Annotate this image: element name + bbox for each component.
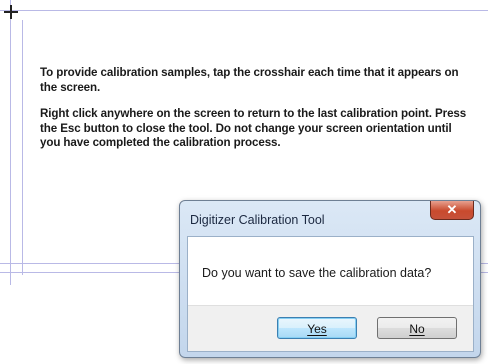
yes-button[interactable]: Yes: [277, 317, 357, 339]
no-button[interactable]: No: [377, 317, 457, 339]
instructions-paragraph-1: To provide calibration samples, tap the …: [40, 66, 459, 94]
dialog-button-bar: Yes No: [188, 305, 473, 351]
dialog-message: Do you want to save the calibration data…: [202, 266, 432, 280]
close-icon: ✕: [446, 202, 458, 217]
crosshair-vertical: [10, 5, 12, 19]
close-button[interactable]: ✕: [430, 201, 474, 220]
save-calibration-dialog: Digitizer Calibration Tool ✕ Do you want…: [179, 200, 481, 358]
dialog-body: Do you want to save the calibration data…: [187, 236, 474, 352]
guide-line-left-2: [22, 20, 23, 275]
guide-line-top: [0, 10, 488, 11]
calibration-instructions: To provide calibration samples, tap the …: [40, 66, 470, 163]
dialog-title: Digitizer Calibration Tool: [190, 213, 325, 227]
guide-line-left: [10, 0, 11, 285]
instructions-paragraph-2: Right click anywhere on the screen to re…: [40, 107, 467, 149]
